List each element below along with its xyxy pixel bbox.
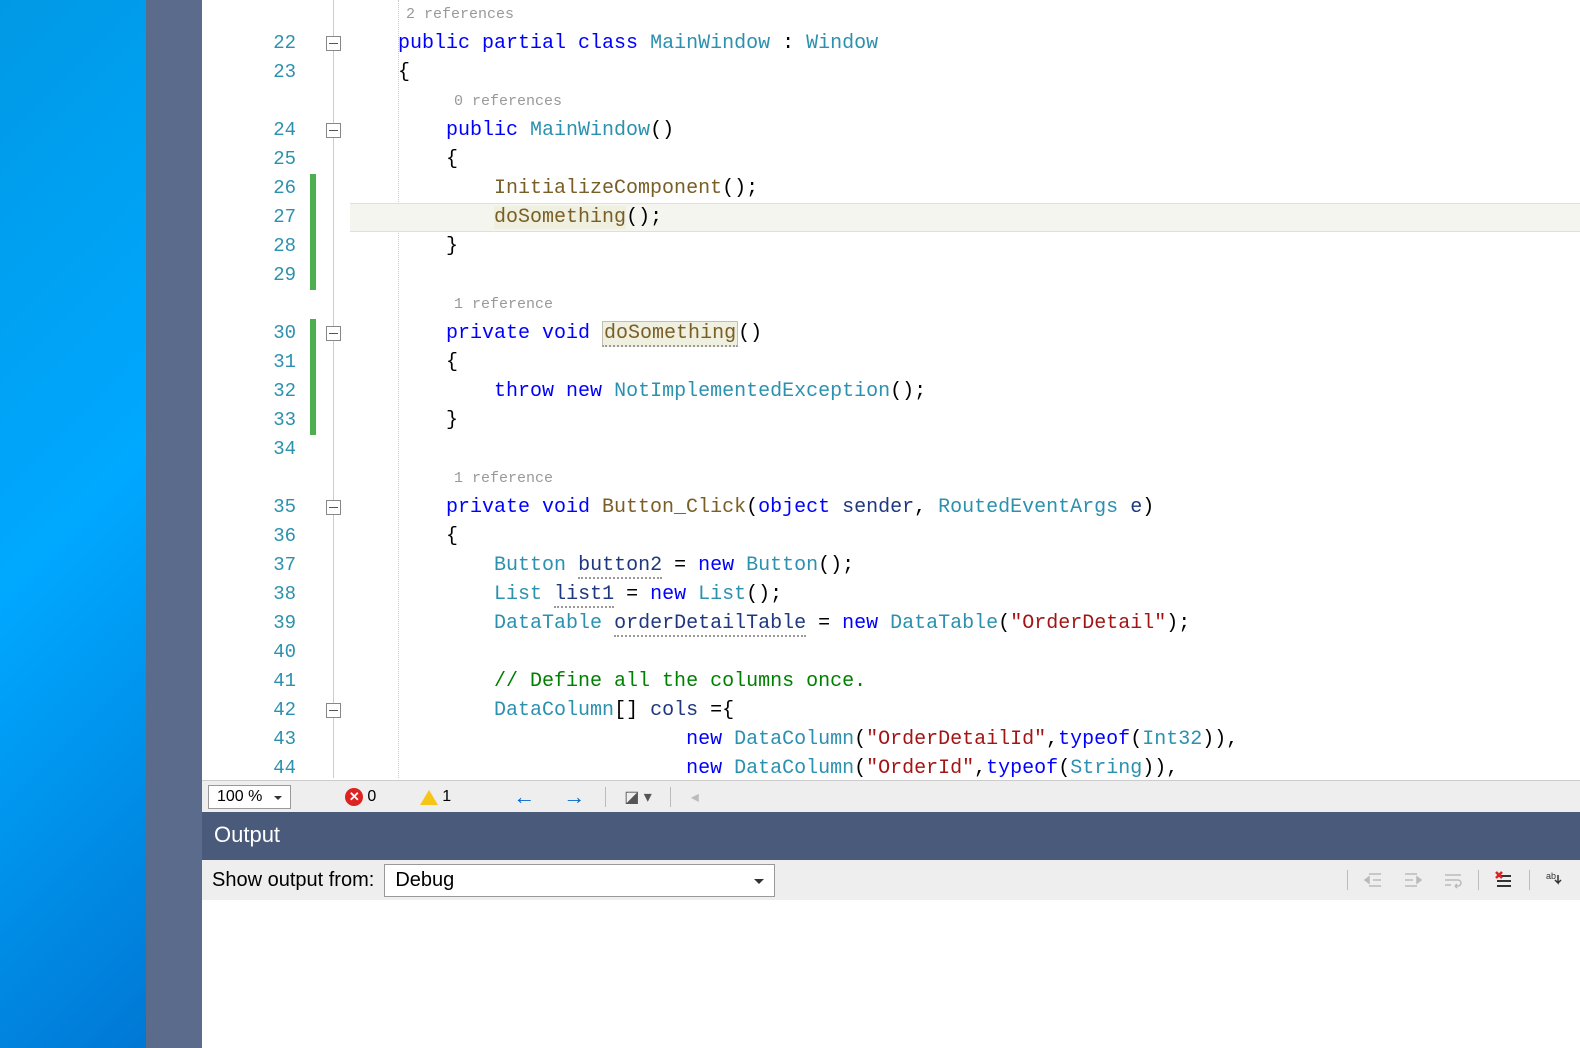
code-content[interactable]: 2 references public partial class MainWi… [350,0,1580,778]
output-source-dropdown[interactable]: Debug [384,864,775,897]
change-marker [310,406,316,435]
line-number: 38 [273,580,296,609]
fold-toggle[interactable] [326,123,341,138]
indent-increase-icon[interactable] [1398,865,1428,895]
line-number: 25 [273,145,296,174]
clear-output-icon[interactable] [1489,865,1519,895]
code-line[interactable]: public partial class MainWindow : Window [350,29,1580,58]
error-icon: ✕ [345,788,363,806]
code-line[interactable] [350,261,1580,290]
line-number: 37 [273,551,296,580]
change-marker [310,377,316,406]
change-indicator-column [310,0,320,778]
error-count[interactable]: ✕ 0 [345,788,376,806]
indent-decrease-icon[interactable] [1358,865,1388,895]
warning-count[interactable]: 1 [420,785,451,809]
nav-forward-button[interactable]: → [555,784,593,810]
line-number: 43 [273,725,296,754]
code-line[interactable]: private void Button_Click(object sender,… [350,493,1580,522]
line-number: 22 [273,29,296,58]
code-line[interactable] [350,638,1580,667]
code-line[interactable]: Button button2 = new Button(); [350,551,1580,580]
code-line[interactable]: doSomething(); [350,203,1580,232]
code-line[interactable]: DataTable orderDetailTable = new DataTab… [350,609,1580,638]
code-line[interactable]: List list1 = new List(); [350,580,1580,609]
fold-toggle[interactable] [326,36,341,51]
warning-count-value: 1 [442,788,451,806]
line-number: 29 [273,261,296,290]
line-number: 27 [273,203,296,232]
code-line[interactable] [350,435,1580,464]
codelens-reference[interactable]: 0 references [454,87,562,116]
code-line[interactable]: { [350,348,1580,377]
line-number: 40 [273,638,296,667]
codelens-reference[interactable]: 2 references [406,0,514,29]
change-marker [310,232,316,261]
code-line[interactable]: { [350,145,1580,174]
zoom-level-dropdown[interactable]: 100 % [208,785,291,809]
code-line[interactable]: throw new NotImplementedException(); [350,377,1580,406]
editor-status-bar: 100 % ✕ 0 1 ← → ◪ ▾ ◂ [202,780,1580,812]
line-number: 39 [273,609,296,638]
code-line[interactable]: } [350,406,1580,435]
change-marker [310,174,316,203]
window-chrome [146,0,202,1048]
line-number: 35 [273,493,296,522]
code-line[interactable]: new DataColumn("OrderId",typeof(String))… [350,754,1580,783]
line-number: 24 [273,116,296,145]
code-line[interactable]: DataColumn[] cols ={ [350,696,1580,725]
line-number: 31 [273,348,296,377]
line-number: 41 [273,667,296,696]
nav-back-button[interactable]: ← [505,784,543,810]
line-number: 33 [273,406,296,435]
change-marker [310,203,316,232]
word-wrap-icon[interactable] [1438,865,1468,895]
codelens-reference[interactable]: 1 reference [454,290,553,319]
line-number: 30 [273,319,296,348]
fold-toggle[interactable] [326,703,341,718]
code-line[interactable]: { [350,58,1580,87]
error-count-value: 0 [367,788,376,806]
desktop-background [0,0,146,1048]
change-marker [310,348,316,377]
code-line[interactable]: new DataColumn("OrderDetailId",typeof(In… [350,725,1580,754]
fold-toggle[interactable] [326,500,341,515]
line-number: 32 [273,377,296,406]
codelens-reference[interactable]: 1 reference [454,464,553,493]
warning-icon [420,781,438,805]
svg-text:ab: ab [1546,871,1556,881]
toggle-wrap-icon[interactable]: ab [1540,865,1570,895]
code-line[interactable]: InitializeComponent(); [350,174,1580,203]
clear-annotations-button[interactable]: ◪ ▾ [618,787,658,807]
line-number: 34 [273,435,296,464]
change-marker [310,261,316,290]
code-line[interactable]: private void doSomething() [350,319,1580,348]
output-from-label: Show output from: [212,869,374,892]
code-line[interactable]: // Define all the columns once. [350,667,1580,696]
line-number: 26 [273,174,296,203]
code-line[interactable]: } [350,232,1580,261]
code-line[interactable]: public MainWindow() [350,116,1580,145]
line-number: 44 [273,754,296,783]
line-number: 36 [273,522,296,551]
fold-toggle[interactable] [326,326,341,341]
code-line[interactable]: { [350,522,1580,551]
line-number: 42 [273,696,296,725]
line-number: 23 [273,58,296,87]
scroll-left-icon[interactable]: ◂ [683,787,707,807]
output-panel-header[interactable]: Output [202,812,1580,860]
fold-column[interactable] [320,0,350,778]
line-number: 28 [273,232,296,261]
output-toolbar: Show output from: Debug ab [202,860,1580,900]
change-marker [310,319,316,348]
code-editor[interactable]: 2223 242526272829 3031323334 35363738394041… [202,0,1580,778]
line-number-gutter: 2223 242526272829 3031323334 35363738394041… [202,0,310,778]
